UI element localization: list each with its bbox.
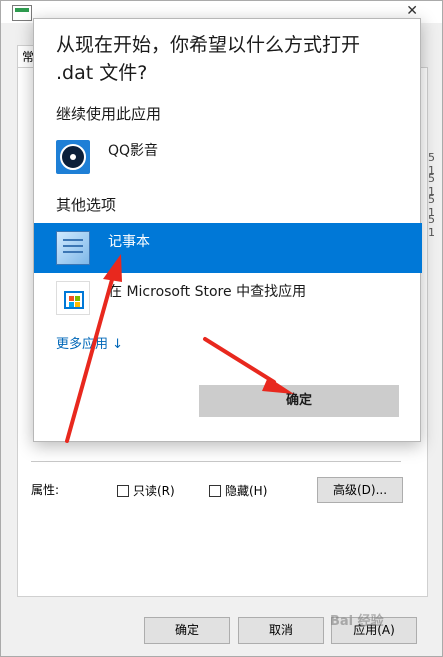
open-with-dialog: 从现在开始，你希望以什么方式打开 .dat 文件? 继续使用此应用 QQ影音 其… [33, 18, 422, 442]
divider [31, 461, 401, 462]
app-name: QQ影音 [108, 143, 159, 159]
watermark: Bai 经验 [330, 614, 384, 629]
edge-value: 5 1 [428, 213, 435, 239]
notepad-icon [56, 231, 90, 265]
readonly-label: 只读(R) [133, 484, 175, 498]
hidden-label: 隐藏(H) [225, 484, 268, 498]
file-type-icon [12, 5, 32, 21]
app-option-notepad[interactable]: 记事本 [34, 223, 422, 273]
more-apps-link[interactable]: 更多应用 ↓ [56, 333, 123, 352]
ok-button[interactable]: 确定 [144, 617, 230, 644]
cancel-button[interactable]: 取消 [238, 617, 324, 644]
continue-section-heading: 继续使用此应用 [56, 105, 162, 123]
app-option-microsoft-store[interactable]: 在 Microsoft Store 中查找应用 [34, 273, 422, 323]
other-section-heading: 其他选项 [56, 196, 117, 214]
hidden-checkbox[interactable]: 隐藏(H) [209, 482, 267, 499]
open-with-question: 从现在开始，你希望以什么方式打开 .dat 文件? [56, 34, 361, 84]
app-name: 在 Microsoft Store 中查找应用 [108, 284, 307, 300]
readonly-checkbox[interactable]: 只读(R) [117, 482, 175, 499]
microsoft-store-icon [56, 281, 90, 315]
attributes-label: 属性: [31, 483, 60, 497]
advanced-button[interactable]: 高级(D)... [317, 477, 403, 503]
app-name: 记事本 [108, 234, 150, 250]
confirm-button[interactable]: 确定 [199, 385, 399, 417]
close-icon[interactable]: ✕ [406, 3, 418, 19]
qq-player-icon [56, 140, 90, 174]
checkbox-box[interactable] [117, 484, 129, 497]
app-option-qq-player[interactable]: QQ影音 [34, 132, 422, 182]
checkbox-box[interactable] [209, 484, 221, 497]
